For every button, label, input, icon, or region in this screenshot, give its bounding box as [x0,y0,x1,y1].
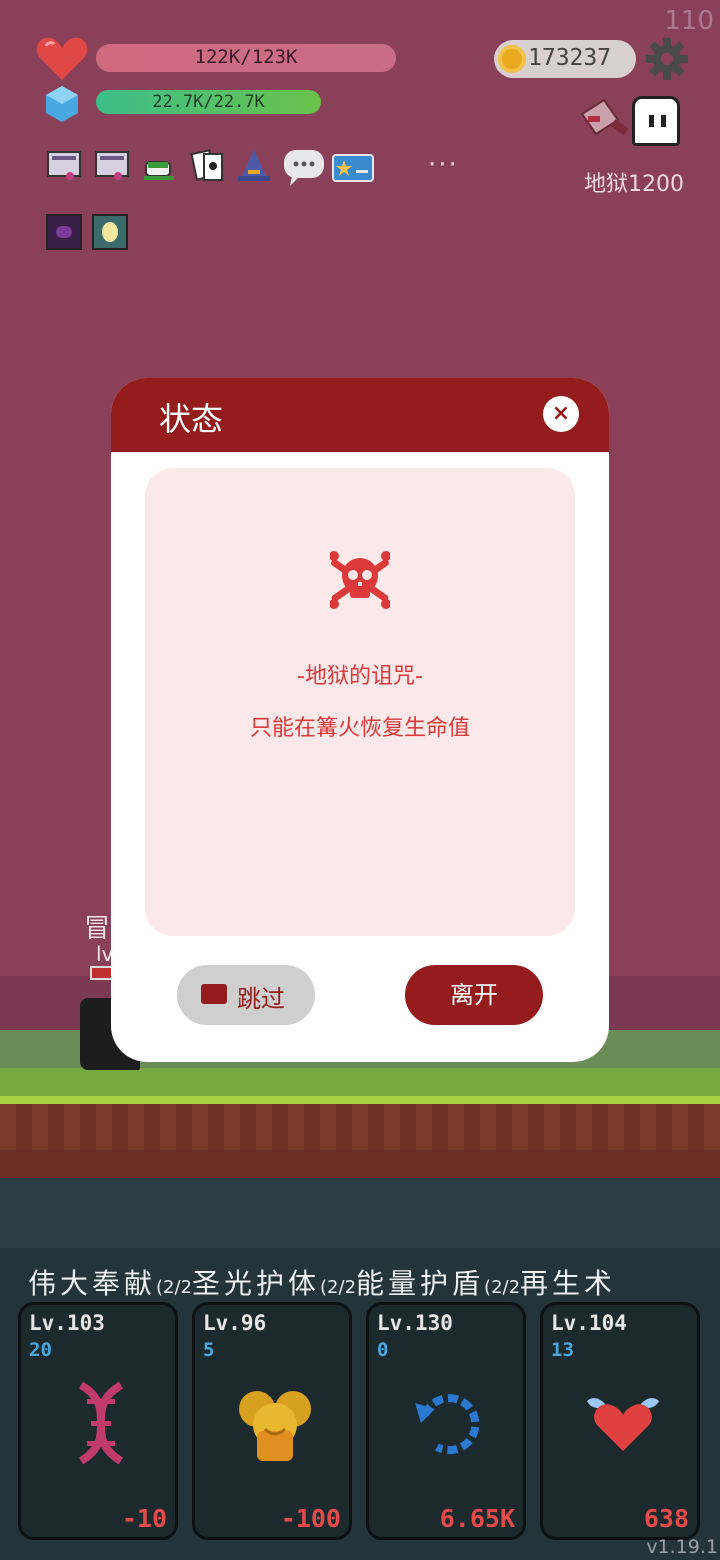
version-label: v1.19.1 [646,1536,718,1558]
skill-level: Lv.103 [29,1311,105,1335]
curse-description: 只能在篝火恢复生命值 [249,716,470,741]
skill-names-row: 伟大奉献(2/2圣光护体(2/2能量护盾(2/2再生术 [28,1262,616,1302]
hero-name: 冒 [84,914,111,944]
hell-mode-button[interactable] [632,96,680,146]
skill-value: 6.65K [439,1504,515,1533]
winged-heart-icon [587,1398,659,1451]
holy-shield-icon [239,1391,311,1461]
skill-charges: (2/2 [484,1277,521,1298]
leave-button[interactable]: 离开 [405,965,543,1025]
skill-card-energy-shield[interactable]: Lv.130 0 6.65K [366,1302,526,1540]
skill-level: Lv.96 [203,1311,267,1335]
skill-card-great-devotion[interactable]: Lv.103 20 -10 [18,1302,178,1540]
wizard-hat-icon[interactable] [236,148,272,184]
hp-bar: 122K/123K [96,44,396,72]
fps-counter: 110 [664,6,714,36]
skill-card-regeneration[interactable]: Lv.104 13 638 [540,1302,700,1540]
status-dialog: 状态 × -地狱的诅咒- 只能在篝火恢复生命值 跳过 离开 [111,378,609,1062]
skill-value: 638 [643,1504,689,1533]
skill-value: -100 [280,1504,341,1533]
coin-counter[interactable]: 173237 [494,40,636,78]
dialog-header: 状态 × [111,378,609,452]
curse-title: -地狱的诅咒- [297,664,423,689]
skill-value: -10 [121,1504,167,1533]
mana-gem-icon [46,86,78,122]
skill-charges: (2/2 [320,1277,357,1298]
skill-name: 再生术 [520,1267,617,1300]
skip-button[interactable]: 跳过 [177,965,315,1025]
hell-level-label: 地狱1200 [584,172,684,197]
scroll-icon[interactable] [94,148,130,184]
coin-amount: 173237 [528,45,612,71]
gear-icon[interactable] [646,38,688,80]
skill-count: 20 [29,1339,52,1361]
skill-name: 圣光护体 [192,1267,321,1300]
coin-icon [498,45,526,73]
light-burst-icon[interactable] [92,214,128,250]
mana-bar: 22.7K/22.7K [96,90,321,114]
skill-count: 5 [203,1339,215,1361]
speech-bubble-icon[interactable] [282,148,326,188]
mana-text: 22.7K/22.7K [152,92,265,112]
refresh-icon [415,1394,480,1455]
cleaver-icon [580,98,629,136]
dialog-title: 状态 [159,400,224,438]
tea-icon[interactable] [142,148,178,184]
id-card-icon[interactable] [332,154,374,182]
skill-level: Lv.130 [377,1311,453,1335]
video-icon [201,984,227,1004]
skill-charges: (2/2 [156,1277,193,1298]
skill-name: 伟大奉献 [28,1267,157,1300]
cards-icon[interactable] [190,148,226,184]
skill-count: 13 [551,1339,574,1361]
dna-icon [78,1381,124,1465]
skull-crossbones-icon [330,551,390,609]
heart-icon [36,37,88,80]
skill-name: 能量护盾 [356,1267,485,1300]
hp-text: 122K/123K [194,46,298,68]
skill-level: Lv.104 [551,1311,627,1335]
more-buffs-button[interactable]: ··· [428,150,459,180]
skip-label: 跳过 [237,985,285,1013]
skill-count: 0 [377,1339,389,1361]
scroll-icon[interactable] [46,148,82,184]
shadow-monster-icon[interactable] [46,214,82,250]
skill-card-holy-light[interactable]: Lv.96 5 -100 [192,1302,352,1540]
curse-panel: -地狱的诅咒- 只能在篝火恢复生命值 [145,468,575,936]
skill-panel-header [0,1178,720,1248]
close-icon[interactable]: × [543,396,579,432]
dirt-lower [0,1150,720,1180]
